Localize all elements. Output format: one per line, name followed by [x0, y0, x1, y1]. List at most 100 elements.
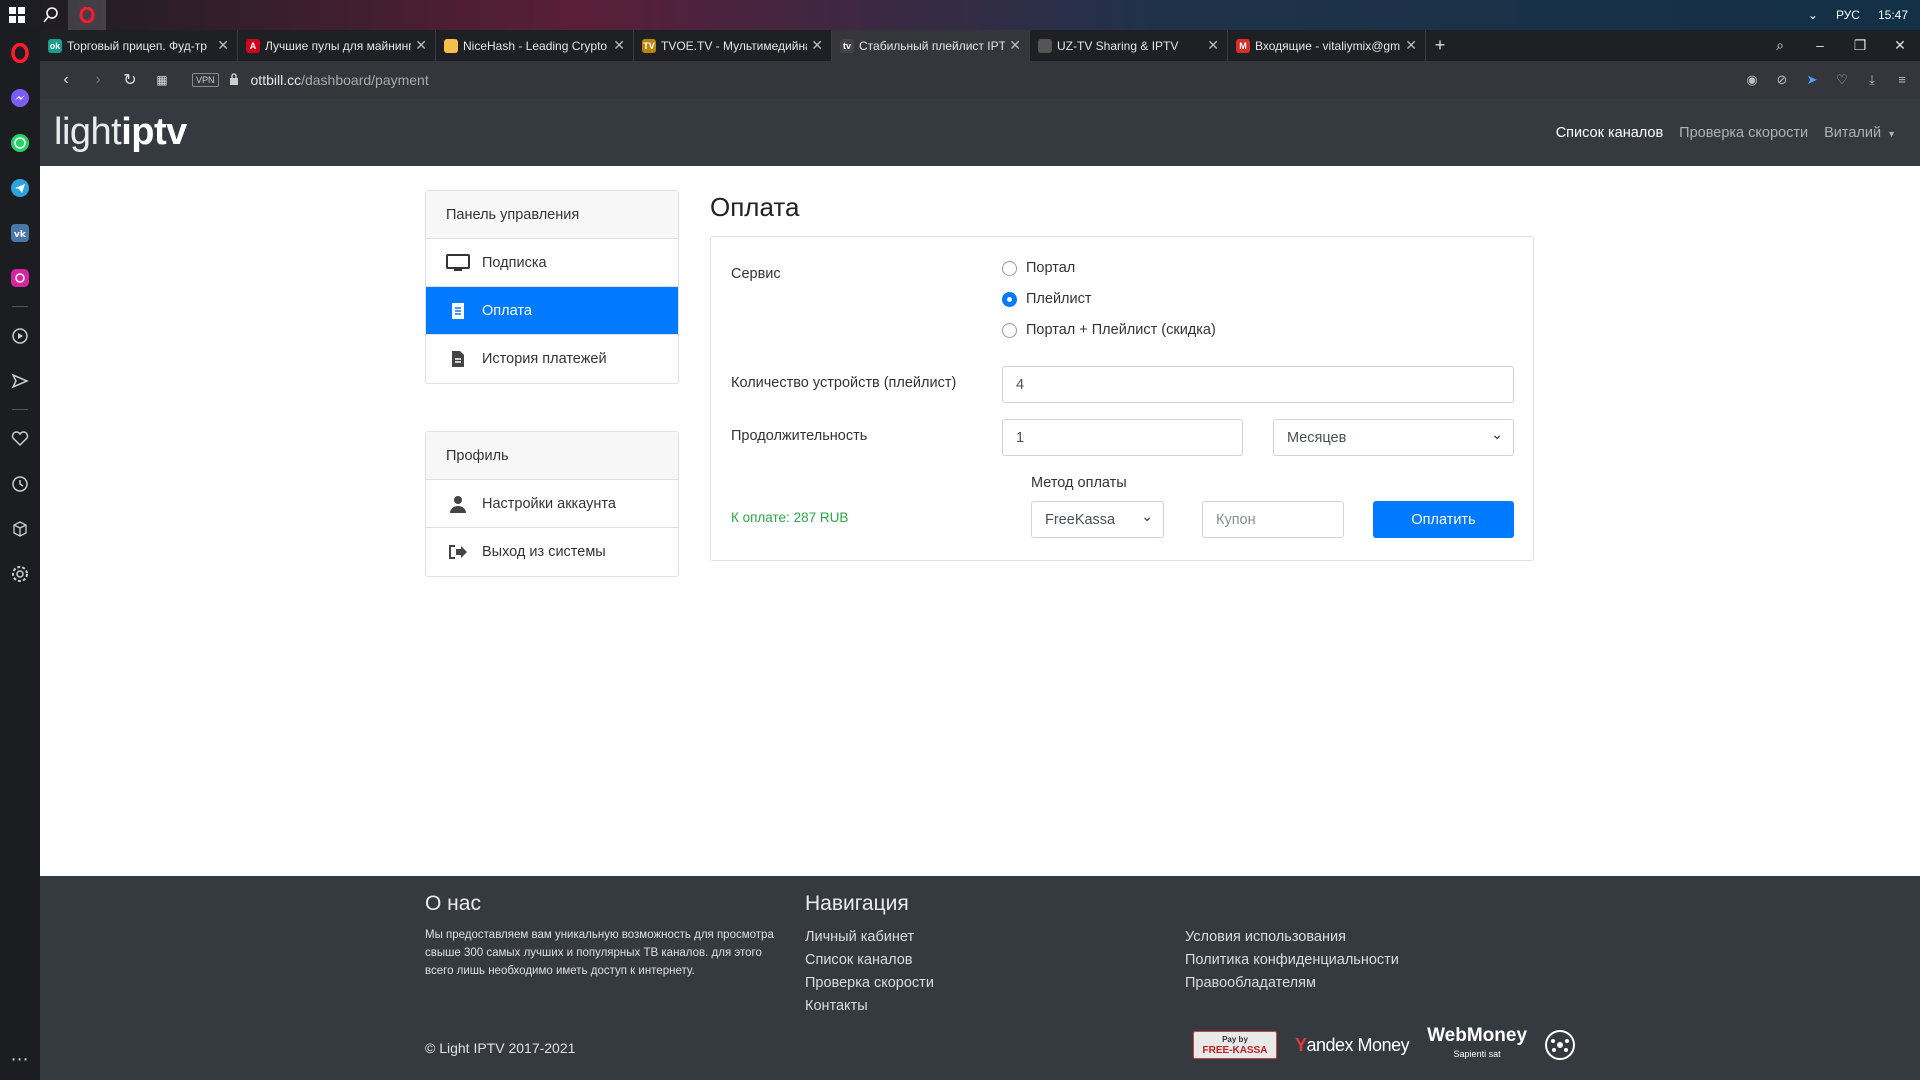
bookmarks-button[interactable]: [0, 416, 40, 461]
logo-light: light: [54, 111, 122, 153]
menu-item-subscription[interactable]: Подписка: [426, 239, 678, 287]
forward-button[interactable]: ›: [82, 71, 114, 89]
browser-tab[interactable]: UZ-TV Sharing & IPTV ✕: [1030, 30, 1228, 61]
menu-item-account-settings[interactable]: Настройки аккаунта: [426, 480, 678, 528]
heart-icon: [11, 430, 29, 446]
menu-item-payment[interactable]: Оплата: [426, 287, 678, 335]
vpn-badge[interactable]: VPN: [192, 73, 219, 87]
browser-tab[interactable]: tv Стабильный плейлист IPTV ✕: [832, 30, 1030, 61]
duration-input[interactable]: 1: [1002, 419, 1243, 456]
back-button[interactable]: ‹: [50, 71, 82, 89]
nav-channels-link[interactable]: Список каналов: [1556, 125, 1663, 141]
tab-favicon-icon: ok: [48, 38, 62, 53]
flow-button[interactable]: [0, 358, 40, 403]
receipt-icon: [446, 301, 470, 321]
tab-close-icon[interactable]: ✕: [217, 37, 229, 54]
menu-item-history[interactable]: История платежей: [426, 335, 678, 383]
reload-button[interactable]: ↻: [114, 70, 146, 90]
url-field[interactable]: ottbill.cc/dashboard/payment: [251, 72, 429, 88]
footer-link-terms[interactable]: Условия использования: [1185, 926, 1399, 949]
history-button[interactable]: [0, 461, 40, 506]
vk-icon: vk: [11, 223, 29, 242]
radio-portal[interactable]: Портал: [1002, 260, 1075, 276]
nav-speed-link[interactable]: Проверка скорости: [1679, 125, 1808, 141]
heart-icon[interactable]: ♡: [1830, 72, 1854, 88]
footer-link-speed[interactable]: Проверка скорости: [805, 972, 934, 995]
restore-icon[interactable]: ❐: [1840, 37, 1880, 54]
telegram-button[interactable]: [0, 165, 40, 210]
settings-button[interactable]: [0, 551, 40, 596]
cube-icon: [13, 520, 27, 537]
menu-item-label: Подписка: [482, 254, 547, 271]
pay-button[interactable]: Оплатить: [1373, 501, 1514, 538]
tray-language[interactable]: РУС: [1836, 8, 1860, 22]
tray-clock[interactable]: 15:47: [1878, 8, 1908, 22]
footer-link-cabinet[interactable]: Личный кабинет: [805, 926, 934, 949]
devices-input[interactable]: 4: [1002, 366, 1514, 403]
menu-item-logout[interactable]: Выход из системы: [426, 528, 678, 576]
windows-start-button[interactable]: [0, 0, 34, 30]
download-icon[interactable]: ⤓: [1860, 72, 1884, 88]
messenger-button[interactable]: [0, 75, 40, 120]
monitor-icon: [446, 253, 470, 273]
coupon-input[interactable]: Купон: [1202, 501, 1344, 538]
minimize-icon[interactable]: –: [1800, 37, 1840, 54]
tab-close-icon[interactable]: ✕: [415, 37, 427, 54]
radio-playlist[interactable]: Плейлист: [1002, 291, 1092, 307]
site-navbar: lightiptv Список каналов Проверка скорос…: [40, 99, 1920, 166]
speed-dial-button[interactable]: ▦: [146, 73, 178, 87]
more-icon[interactable]: ⋯: [11, 1049, 30, 1070]
close-icon[interactable]: ✕: [1880, 37, 1920, 54]
vk-button[interactable]: vk: [0, 210, 40, 255]
tab-close-icon[interactable]: ✕: [613, 37, 625, 54]
payment-logos: Pay by FREE-KASSA Yandex Money WebMoney Sa…: [1193, 1026, 1576, 1063]
new-tab-button[interactable]: +: [1426, 35, 1454, 56]
tab-favicon-icon: M: [1236, 38, 1250, 53]
tab-close-icon[interactable]: ✕: [811, 37, 823, 54]
taskbar-opera-button[interactable]: [68, 0, 106, 30]
dashboard-menu: Панель управления Подписка Оплата Истори…: [425, 190, 679, 384]
payment-method-value: FreeKassa: [1045, 511, 1116, 528]
freekassa-logo: Pay by FREE-KASSA: [1193, 1031, 1277, 1059]
service-label: Сервис: [731, 266, 781, 282]
instagram-button[interactable]: [0, 255, 40, 300]
nav-user-dropdown[interactable]: Виталий ▼: [1824, 125, 1896, 141]
footer-link-channels[interactable]: Список каналов: [805, 949, 934, 972]
camera-icon[interactable]: ◉: [1740, 72, 1764, 88]
lock-icon[interactable]: [229, 72, 239, 88]
browser-tab[interactable]: ok Торговый прицеп. Фуд-тр ✕: [40, 30, 238, 61]
taskbar-search-button[interactable]: [34, 0, 68, 30]
browser-tab[interactable]: M Входящие - vitaliymix@gm ✕: [1228, 30, 1426, 61]
tray-chevron-icon[interactable]: ⌄: [1808, 8, 1818, 22]
duration-unit-select[interactable]: Месяцев: [1273, 419, 1514, 456]
extensions-button[interactable]: [0, 506, 40, 551]
tab-close-icon[interactable]: ✕: [1405, 37, 1417, 54]
send-icon[interactable]: ➤: [1800, 72, 1824, 88]
tab-close-icon[interactable]: ✕: [1009, 37, 1021, 54]
footer-navigation: Навигация Личный кабинет Список каналов …: [805, 892, 934, 1018]
footer-link-contacts[interactable]: Контакты: [805, 995, 934, 1018]
tab-search-icon[interactable]: ⌕: [1760, 37, 1800, 54]
whatsapp-button[interactable]: [0, 120, 40, 165]
opera-logo-icon: [11, 42, 29, 63]
browser-tab[interactable]: A Лучшие пулы для майнинг ✕: [238, 30, 436, 61]
site-logo[interactable]: lightiptv: [54, 111, 187, 154]
footer-link-privacy[interactable]: Политика конфиденциальности: [1185, 949, 1399, 972]
radio-circle: [1002, 322, 1017, 338]
menu-item-label: Выход из системы: [482, 544, 606, 560]
duration-label: Продолжительность: [731, 428, 868, 444]
yandex-y: Y: [1295, 1034, 1307, 1055]
adblock-icon[interactable]: ⊘: [1770, 72, 1794, 88]
tab-close-icon[interactable]: ✕: [1207, 37, 1219, 54]
tab-title: UZ-TV Sharing & IPTV: [1057, 38, 1179, 53]
opera-menu-button[interactable]: [0, 30, 40, 75]
radio-portal-playlist[interactable]: Портал + Плейлист (скидка): [1002, 322, 1216, 338]
browser-tab[interactable]: TV TVOE.TV - Мультимедийна ✕: [634, 30, 832, 61]
payment-method-select[interactable]: FreeKassa: [1031, 501, 1164, 538]
easy-setup-icon[interactable]: ≡: [1890, 72, 1914, 88]
gear-icon: [12, 565, 28, 582]
browser-tab[interactable]: NiceHash - Leading Crypto ✕: [436, 30, 634, 61]
tab-title: NiceHash - Leading Crypto: [463, 38, 608, 53]
footer-link-rightholders[interactable]: Правообладателям: [1185, 972, 1399, 995]
player-button[interactable]: [0, 313, 40, 358]
